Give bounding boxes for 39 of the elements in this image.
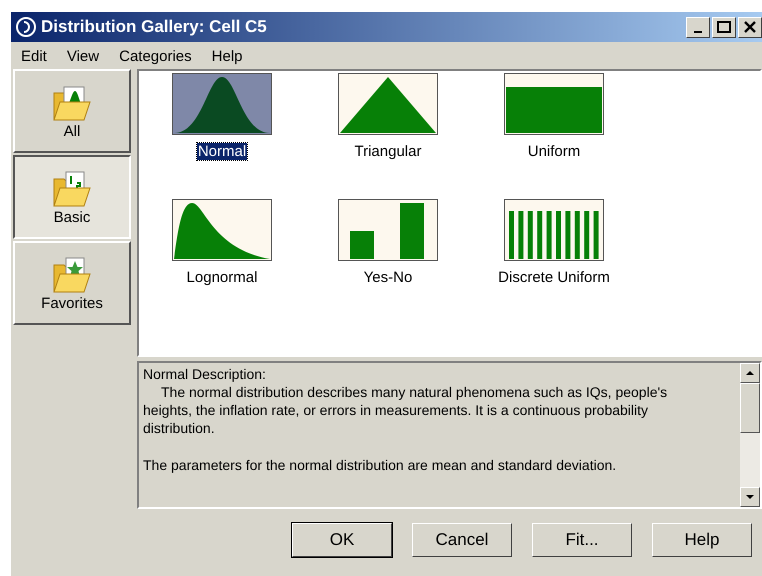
dialog-button[interactable]: Help xyxy=(652,523,752,557)
distribution-label[interactable]: Yes-No xyxy=(362,269,414,286)
distribution-chart[interactable] xyxy=(338,73,438,135)
distribution-chart[interactable] xyxy=(172,73,272,135)
close-icon xyxy=(743,21,757,33)
down-arrow-icon xyxy=(745,494,755,500)
up-arrow-icon xyxy=(745,370,755,376)
scrollbar-thumb[interactable] xyxy=(740,383,760,433)
maximize-icon xyxy=(717,21,731,33)
distribution-label[interactable]: Normal xyxy=(196,143,248,160)
category-tab[interactable]: Favorites xyxy=(13,241,131,325)
menu-item[interactable]: Categories xyxy=(119,48,192,65)
distribution-chart[interactable] xyxy=(172,199,272,261)
app-logo-icon xyxy=(15,16,37,38)
minimize-icon xyxy=(694,31,702,33)
category-tab[interactable]: All xyxy=(13,69,131,153)
scroll-down-button[interactable] xyxy=(740,487,760,507)
dialog-button[interactable]: Cancel xyxy=(412,523,512,557)
category-tab[interactable]: Basic xyxy=(13,155,131,239)
window-title: Distribution Gallery: Cell C5 xyxy=(41,17,267,37)
maximize-button[interactable] xyxy=(712,16,736,38)
description-heading: Normal Description: xyxy=(143,365,267,383)
minimize-button[interactable] xyxy=(686,16,710,38)
distribution-chart[interactable] xyxy=(504,199,604,261)
menu-item[interactable]: Edit xyxy=(21,48,47,65)
distribution-chart[interactable] xyxy=(504,73,604,135)
close-button[interactable] xyxy=(738,16,762,38)
dialog-button[interactable]: Fit... xyxy=(532,523,632,557)
description-text: The parameters for the normal distribution are mean and standard deviation. xyxy=(143,456,618,474)
scroll-up-button[interactable] xyxy=(740,363,760,383)
dialog-button[interactable]: OK xyxy=(292,523,392,557)
distribution-label[interactable]: Triangular xyxy=(354,143,422,160)
distribution-label[interactable]: Discrete Uniform xyxy=(497,269,611,286)
description-text: The normal distribution describes many natural phenomena such as IQs, people's heights, the inflation rate, or errors in measurements. It is a continuous probability distribution. xyxy=(143,383,668,437)
distribution-label[interactable]: Uniform xyxy=(526,143,582,160)
distribution-label[interactable]: Lognormal xyxy=(186,269,258,286)
menu-item[interactable]: View xyxy=(66,48,100,65)
distribution-chart[interactable] xyxy=(338,199,438,261)
menu-item[interactable]: Help xyxy=(212,48,243,65)
